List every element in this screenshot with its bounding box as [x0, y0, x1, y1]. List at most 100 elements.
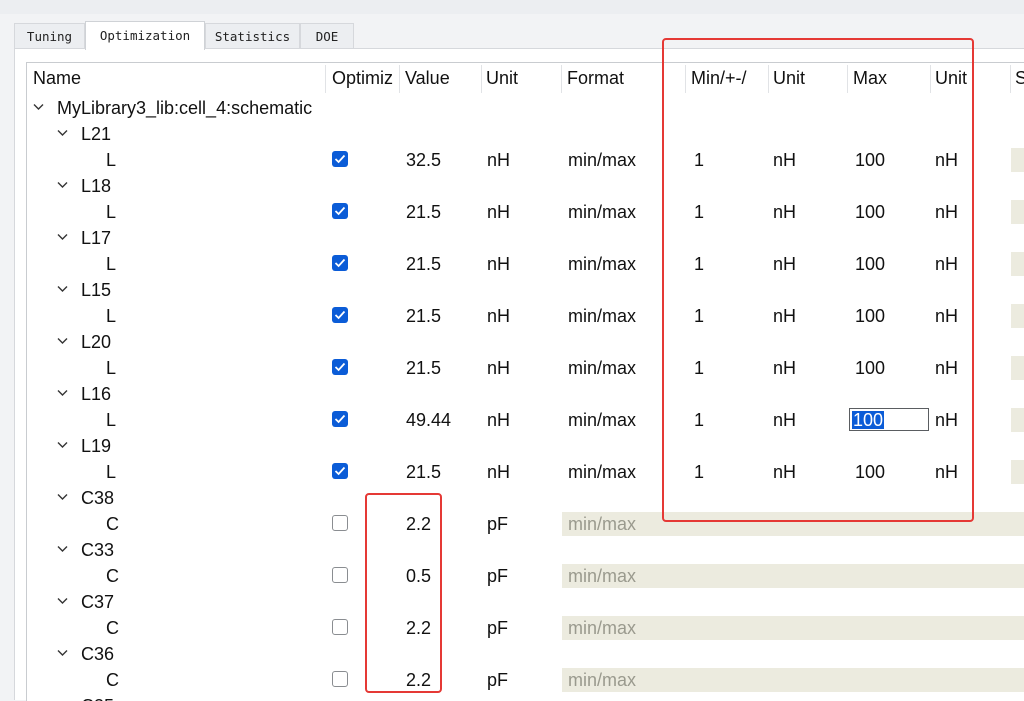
- column-header-name[interactable]: Name: [33, 63, 323, 95]
- unit-cell[interactable]: nH: [487, 147, 510, 173]
- optimize-checkbox[interactable]: [332, 203, 348, 219]
- parameter-name: C: [106, 670, 119, 690]
- format-cell-disabled: min/max: [562, 616, 1024, 640]
- parameter-name: L: [106, 462, 117, 482]
- component-name: C38: [81, 488, 115, 508]
- unit-cell[interactable]: nH: [487, 355, 510, 381]
- value-cell[interactable]: 21.5: [406, 199, 441, 225]
- optimize-checkbox[interactable]: [332, 411, 348, 427]
- value-cell[interactable]: 21.5: [406, 303, 441, 329]
- optimize-checkbox[interactable]: [332, 567, 348, 583]
- unit-cell[interactable]: nH: [487, 459, 510, 485]
- optimize-checkbox[interactable]: [332, 255, 348, 271]
- chevron-down-icon[interactable]: [57, 537, 69, 563]
- optimize-checkbox[interactable]: [332, 619, 348, 635]
- optimize-checkbox[interactable]: [332, 359, 348, 375]
- format-cell: min/max: [568, 514, 637, 534]
- optimize-checkbox[interactable]: [332, 151, 348, 167]
- unit-cell[interactable]: nH: [487, 407, 510, 433]
- window-top-strip: [0, 0, 1024, 14]
- parameter-name: L: [106, 254, 117, 274]
- optimize-checkbox[interactable]: [332, 671, 348, 687]
- component-row[interactable]: C33: [27, 537, 1024, 563]
- component-row[interactable]: C36: [27, 641, 1024, 667]
- value-cell[interactable]: 21.5: [406, 459, 441, 485]
- format-cell[interactable]: min/max: [568, 199, 636, 225]
- column-separator[interactable]: [399, 65, 400, 93]
- tree-root-label: MyLibrary3_lib:cell_4:schematic: [57, 98, 313, 118]
- step-cell[interactable]: [1011, 356, 1024, 380]
- step-cell[interactable]: [1011, 304, 1024, 328]
- chevron-down-icon[interactable]: [57, 433, 69, 459]
- component-row[interactable]: C37: [27, 589, 1024, 615]
- column-separator[interactable]: [1010, 65, 1011, 93]
- component-name: L16: [81, 384, 112, 404]
- unit-cell[interactable]: nH: [487, 303, 510, 329]
- column-header-step[interactable]: S: [1015, 63, 1024, 95]
- format-cell[interactable]: min/max: [568, 459, 636, 485]
- parameter-row[interactable]: C 0.5 pF min/max: [27, 563, 1024, 589]
- format-cell[interactable]: min/max: [568, 147, 636, 173]
- annotation-box-min-max: [662, 38, 974, 522]
- component-name: L17: [81, 228, 112, 248]
- tab-doe[interactable]: DOE: [300, 23, 354, 49]
- step-cell[interactable]: [1011, 408, 1024, 432]
- column-separator[interactable]: [325, 65, 326, 93]
- format-cell[interactable]: min/max: [568, 407, 636, 433]
- chevron-down-icon[interactable]: [57, 329, 69, 355]
- component-name: L21: [81, 124, 112, 144]
- format-cell[interactable]: min/max: [568, 251, 636, 277]
- chevron-down-icon[interactable]: [33, 95, 45, 121]
- component-name: L20: [81, 332, 112, 352]
- chevron-down-icon[interactable]: [57, 121, 69, 147]
- chevron-down-icon[interactable]: [57, 589, 69, 615]
- column-separator[interactable]: [561, 65, 562, 93]
- unit-cell[interactable]: nH: [487, 199, 510, 225]
- chevron-down-icon[interactable]: [57, 277, 69, 303]
- optimize-checkbox[interactable]: [332, 307, 348, 323]
- column-header-value[interactable]: Value: [405, 63, 480, 95]
- column-header-unit[interactable]: Unit: [486, 63, 556, 95]
- unit-cell[interactable]: pF: [487, 563, 508, 589]
- chevron-down-icon[interactable]: [57, 641, 69, 667]
- format-cell: min/max: [568, 618, 637, 638]
- format-cell-disabled: min/max: [562, 668, 1024, 692]
- format-cell: min/max: [568, 670, 637, 690]
- chevron-down-icon[interactable]: [57, 381, 69, 407]
- step-cell[interactable]: [1011, 200, 1024, 224]
- tab-statistics[interactable]: Statistics: [205, 23, 300, 49]
- component-name: L19: [81, 436, 112, 456]
- parameter-name: L: [106, 150, 117, 170]
- unit-cell[interactable]: nH: [487, 251, 510, 277]
- unit-cell[interactable]: pF: [487, 615, 508, 641]
- parameter-row[interactable]: C 2.2 pF min/max: [27, 667, 1024, 693]
- parameter-name: C: [106, 566, 119, 586]
- component-name: C36: [81, 644, 115, 664]
- column-header-optimize[interactable]: Optimiz: [332, 63, 398, 95]
- component-name: L15: [81, 280, 112, 300]
- format-cell[interactable]: min/max: [568, 303, 636, 329]
- value-cell[interactable]: 21.5: [406, 355, 441, 381]
- parameter-row[interactable]: C 2.2 pF min/max: [27, 615, 1024, 641]
- format-cell: min/max: [568, 566, 637, 586]
- column-separator[interactable]: [481, 65, 482, 93]
- step-cell[interactable]: [1011, 460, 1024, 484]
- chevron-down-icon[interactable]: [57, 225, 69, 251]
- parameter-name: L: [106, 202, 117, 222]
- unit-cell[interactable]: pF: [487, 511, 508, 537]
- chevron-down-icon[interactable]: [57, 173, 69, 199]
- step-cell[interactable]: [1011, 252, 1024, 276]
- optimize-checkbox[interactable]: [332, 515, 348, 531]
- unit-cell[interactable]: pF: [487, 667, 508, 693]
- step-cell[interactable]: [1011, 148, 1024, 172]
- tab-tuning[interactable]: Tuning: [14, 23, 85, 49]
- value-cell[interactable]: 49.44: [406, 407, 451, 433]
- format-cell[interactable]: min/max: [568, 355, 636, 381]
- component-name: L18: [81, 176, 112, 196]
- parameter-name: L: [106, 306, 117, 326]
- value-cell[interactable]: 21.5: [406, 251, 441, 277]
- optimize-checkbox[interactable]: [332, 463, 348, 479]
- chevron-down-icon[interactable]: [57, 485, 69, 511]
- value-cell[interactable]: 32.5: [406, 147, 441, 173]
- tab-optimization[interactable]: Optimization: [85, 21, 205, 50]
